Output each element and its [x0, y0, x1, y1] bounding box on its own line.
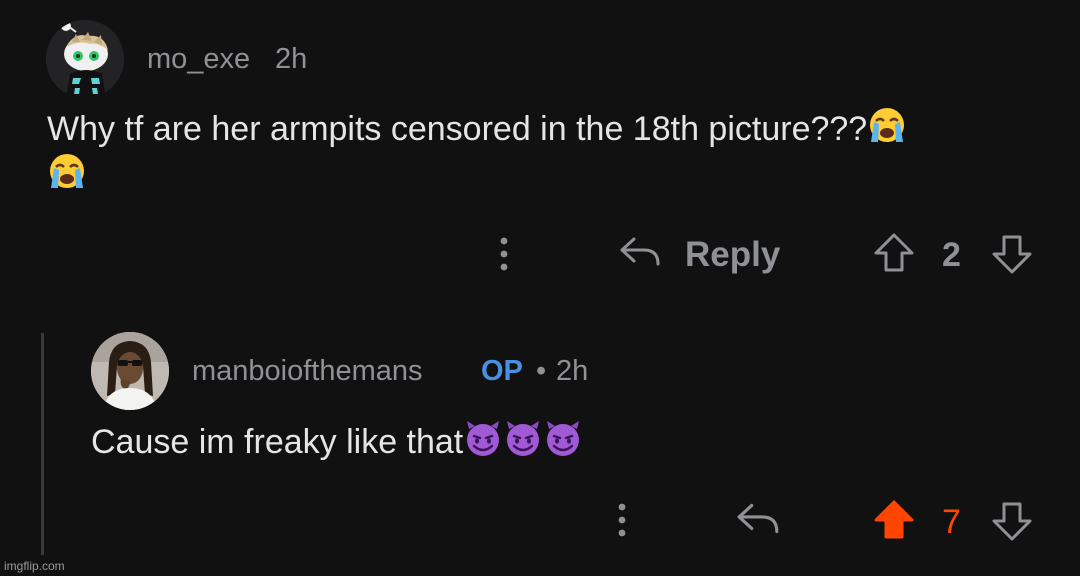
reply-button[interactable]: Reply: [618, 230, 788, 274]
reply-label: Reply: [685, 235, 781, 274]
smiling-face-with-horns-icon: [547, 421, 580, 456]
downvote-arrow-icon: [992, 235, 1032, 274]
separator-dot: •: [536, 355, 547, 387]
smiling-face-with-horns-icon: [507, 421, 540, 456]
op-badge: OP: [481, 355, 523, 387]
upvote-arrow-icon: [874, 233, 914, 272]
downvote-button[interactable]: [990, 233, 1034, 275]
timestamp: 2h: [556, 355, 589, 387]
upvote-button[interactable]: [872, 499, 916, 541]
reply-arrow-icon: [620, 237, 660, 266]
smiling-face-with-horns-icon: [467, 421, 500, 456]
downvote-button[interactable]: [990, 500, 1034, 542]
upvote-button[interactable]: [872, 232, 916, 274]
more-options-button[interactable]: [492, 236, 516, 272]
profile-photo-icon: [91, 332, 169, 410]
comment-body: Cause im freaky like that: [91, 419, 583, 463]
loudly-crying-face-icon: [50, 154, 84, 188]
snoo-avatar-icon: [46, 20, 124, 98]
thread-line[interactable]: [41, 333, 44, 555]
upvote-arrow-filled-icon: [874, 500, 914, 539]
vote-score: 7: [942, 503, 961, 541]
username[interactable]: mo_exe: [147, 45, 250, 74]
more-vertical-icon: [618, 503, 626, 537]
comment-text: Why tf are her armpits censored in the 1…: [47, 110, 868, 148]
reply-arrow-icon: [737, 503, 779, 534]
more-vertical-icon: [500, 237, 508, 271]
more-options-button[interactable]: [610, 502, 634, 538]
timestamp: 2h: [275, 43, 308, 75]
avatar[interactable]: [91, 332, 169, 410]
downvote-arrow-icon: [992, 502, 1032, 541]
watermark: imgflip.com: [4, 559, 65, 573]
comment-text: Cause im freaky like that: [91, 423, 464, 461]
comment-emoji-line: [47, 152, 87, 192]
loudly-crying-face-icon: [870, 108, 905, 142]
reply-button[interactable]: [735, 500, 781, 538]
vote-score: 2: [942, 236, 961, 274]
username[interactable]: manboiofthemans: [192, 357, 423, 386]
comment-body: Why tf are her armpits censored in the 1…: [47, 106, 907, 150]
avatar[interactable]: [46, 20, 124, 98]
